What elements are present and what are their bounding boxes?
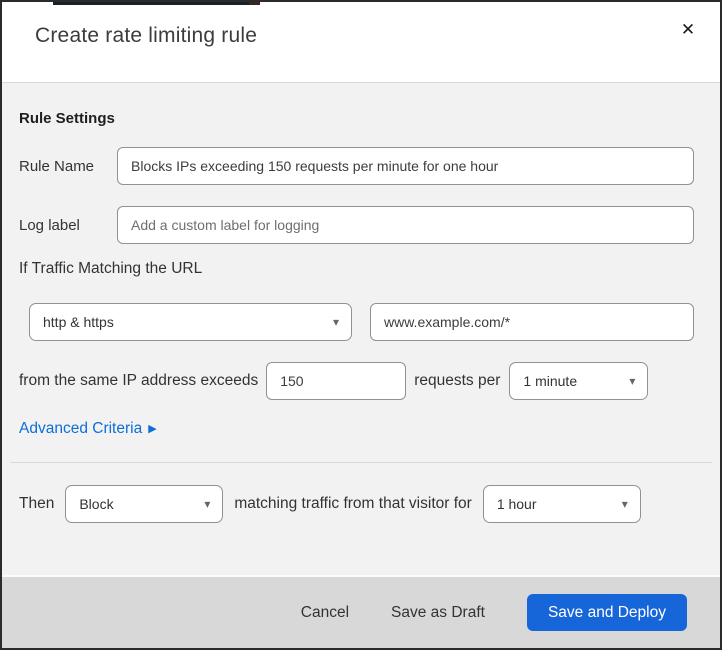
advanced-criteria-label: Advanced Criteria <box>19 420 143 437</box>
chevron-down-icon: ▾ <box>204 497 211 511</box>
then-label: Then <box>19 495 55 512</box>
threshold-suffix-text: requests per <box>414 372 501 389</box>
chevron-down-icon: ▾ <box>332 315 339 329</box>
close-button[interactable]: ✕ <box>674 16 702 44</box>
period-dropdown-value: 1 minute <box>523 373 578 389</box>
action-dropdown[interactable]: Block ▾ <box>65 485 224 523</box>
period-dropdown[interactable]: 1 minute ▾ <box>509 362 649 400</box>
duration-dropdown[interactable]: 1 hour ▾ <box>482 485 641 523</box>
close-icon: ✕ <box>680 20 696 39</box>
log-label-label: Log label <box>19 216 80 234</box>
traffic-matching-heading: If Traffic Matching the URL <box>19 260 203 277</box>
action-dropdown-value: Block <box>79 496 114 512</box>
dialog-header: Create rate limiting rule ✕ <box>2 2 720 82</box>
rule-settings-heading: Rule Settings <box>19 110 115 127</box>
action-row: Then Block ▾ matching traffic from that … <box>19 485 694 523</box>
scheme-dropdown-value: http & https <box>43 314 114 330</box>
dialog-footer: Cancel Save as Draft Save and Deploy <box>2 575 720 648</box>
request-count-input[interactable] <box>266 362 407 400</box>
page-remnant-bar <box>53 2 249 5</box>
arrow-right-icon: ▶ <box>148 423 157 435</box>
rule-name-input[interactable] <box>117 147 694 185</box>
url-match-row: http & https ▾ <box>29 303 694 341</box>
threshold-prefix-text: from the same IP address exceeds <box>19 372 259 389</box>
action-middle-text: matching traffic from that visitor for <box>234 495 472 512</box>
section-divider <box>10 462 712 463</box>
page-remnant-bar-red <box>249 2 260 5</box>
log-label-input[interactable] <box>117 206 694 244</box>
dialog-body: Rule Settings Rule Name Log label If Tra… <box>2 82 720 575</box>
log-label-row: Log label <box>19 206 694 244</box>
save-and-deploy-button[interactable]: Save and Deploy <box>526 594 687 631</box>
url-pattern-input[interactable] <box>370 303 694 341</box>
rule-name-label: Rule Name <box>19 157 95 175</box>
create-rate-limiting-rule-dialog: Create rate limiting rule ✕ Rule Setting… <box>0 0 722 650</box>
scheme-dropdown[interactable]: http & https ▾ <box>29 303 352 341</box>
advanced-criteria-link[interactable]: Advanced Criteria ▶ <box>19 420 157 438</box>
chevron-down-icon: ▾ <box>621 497 628 511</box>
duration-dropdown-value: 1 hour <box>496 496 537 512</box>
dialog-title: Create rate limiting rule <box>35 24 258 47</box>
rule-name-row: Rule Name <box>19 147 694 185</box>
save-as-draft-button[interactable]: Save as Draft <box>391 604 485 622</box>
chevron-down-icon: ▾ <box>629 374 636 388</box>
cancel-button[interactable]: Cancel <box>301 604 349 622</box>
threshold-row: from the same IP address exceeds request… <box>19 362 694 400</box>
